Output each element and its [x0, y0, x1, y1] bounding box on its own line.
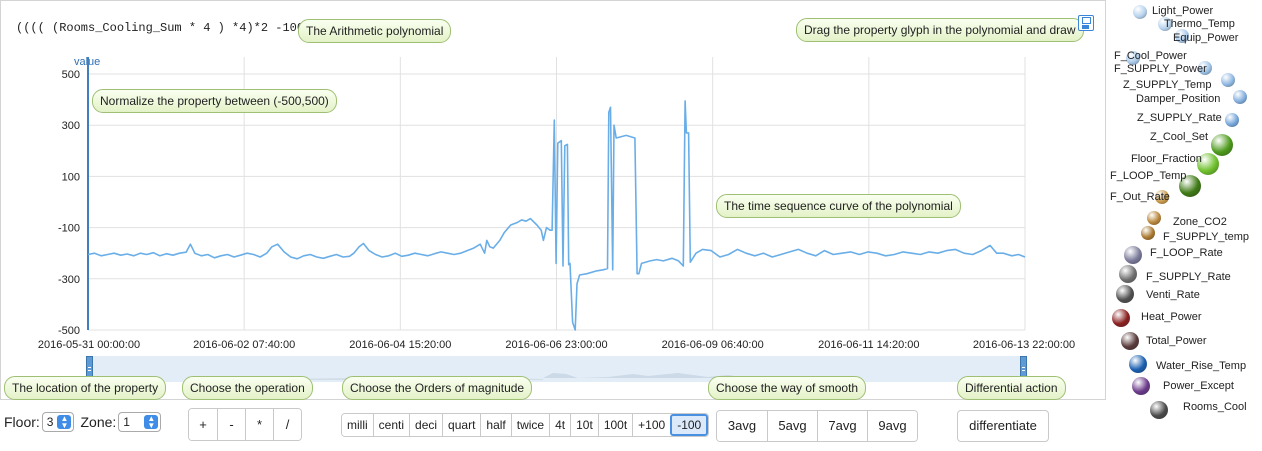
location-selector: Floor: 3 ▲ ▼ Zone: 1 ▲ ▼ [4, 412, 162, 432]
property-label[interactable]: Z_Cool_Set [1150, 131, 1208, 143]
magnitude-button-deci[interactable]: deci [409, 414, 443, 436]
x-tick-label: 2016-06-13 22:00:00 [973, 339, 1075, 351]
magnitude-button-twice[interactable]: twice [510, 414, 550, 436]
smooth-callout: Choose the way of smooth [708, 376, 867, 400]
y-tick-label: -500 [58, 325, 80, 337]
property-label[interactable]: Total_Power [1146, 335, 1207, 347]
property-label[interactable]: F_LOOP_Rate [1150, 247, 1223, 259]
property-label[interactable]: Venti_Rate [1146, 289, 1200, 301]
magnitude-button-milli[interactable]: milli [342, 414, 373, 436]
x-tick-label: 2016-05-31 00:00:00 [38, 339, 140, 351]
property-glyph-icon[interactable] [1116, 285, 1134, 303]
operation-buttons: + - * / [188, 408, 302, 441]
property-label[interactable]: F_Out_Rate [1110, 191, 1170, 203]
property-label[interactable]: Equip_Power [1173, 32, 1238, 44]
property-glyph-icon[interactable] [1211, 134, 1233, 156]
property-label[interactable]: Heat_Power [1141, 311, 1202, 323]
magnitude-button-100t[interactable]: 100t [597, 414, 633, 436]
normalize-callout: Normalize the property between (-500,500… [92, 89, 337, 113]
floor-select[interactable]: 3 ▲ ▼ [41, 412, 75, 432]
x-tick-label: 2016-06-09 06:40:00 [662, 339, 764, 351]
zone-label: Zone: [80, 414, 117, 430]
property-label[interactable]: Thermo_Temp [1164, 18, 1235, 30]
multiply-button[interactable]: * [245, 409, 273, 440]
smooth-5avg-button[interactable]: 5avg [767, 411, 817, 441]
property-label[interactable]: Damper_Position [1136, 93, 1220, 105]
property-glyph-icon[interactable] [1141, 226, 1155, 240]
property-label[interactable]: F_LOOP_Temp [1110, 170, 1186, 182]
magnitude-button-4t[interactable]: 4t [549, 414, 571, 436]
x-axis: 2016-05-31 00:00:00 2016-06-02 07:40:00 20… [38, 339, 1075, 351]
curve-callout: The time sequence curve of the polynomia… [716, 194, 961, 218]
property-label[interactable]: Floor_Fraction [1131, 153, 1202, 165]
magnitude-button-half[interactable]: half [480, 414, 511, 436]
x-tick-label: 2016-06-04 15:20:00 [349, 339, 451, 351]
chevron-up-down-icon: ▲ ▼ [144, 415, 159, 430]
magnitude-callout: Choose the Orders of magnitude [342, 376, 533, 400]
property-label[interactable]: Z_SUPPLY_Temp [1123, 79, 1211, 91]
x-tick-label: 2016-06-11 14:20:00 [818, 339, 919, 351]
property-glyph-icon[interactable] [1133, 5, 1147, 19]
divide-button[interactable]: / [273, 409, 301, 440]
property-glyph-icon[interactable] [1233, 90, 1247, 104]
smooth-7avg-button[interactable]: 7avg [817, 411, 867, 441]
property-label[interactable]: F_SUPPLY_Power [1114, 63, 1207, 75]
operation-callout: Choose the operation [182, 376, 313, 400]
subtract-button[interactable]: - [217, 409, 245, 440]
property-glyph-icon[interactable] [1147, 211, 1161, 225]
property-label[interactable]: F_Cool_Power [1114, 50, 1187, 62]
magnitude-button-10t[interactable]: 10t [570, 414, 598, 436]
add-button[interactable]: + [189, 409, 217, 440]
y-tick-label: -300 [58, 274, 80, 286]
property-label[interactable]: Z_SUPPLY_Rate [1137, 112, 1222, 124]
property-label[interactable]: Power_Except [1163, 380, 1234, 392]
location-callout: The location of the property [4, 376, 167, 400]
property-glyph-icon[interactable] [1112, 309, 1130, 327]
property-glyph-icon[interactable] [1129, 355, 1147, 373]
property-glyph-icon[interactable] [1132, 377, 1150, 395]
property-glyph-icon[interactable] [1221, 73, 1235, 87]
y-tick-label: 100 [62, 171, 80, 183]
magnitude-buttons: milli centi deci quart half twice 4t 10t 100t +10… [341, 413, 710, 437]
chevron-up-down-icon: ▲ ▼ [57, 415, 72, 430]
smooth-buttons: 3avg 5avg 7avg 9avg [716, 410, 918, 442]
y-tick-label: 300 [62, 120, 80, 132]
property-label[interactable]: F_SUPPLY_Rate [1146, 271, 1231, 283]
property-label[interactable]: Water_Rise_Temp [1156, 360, 1246, 372]
floor-label: Floor: [4, 414, 40, 430]
y-tick-label: -100 [58, 223, 80, 235]
property-label[interactable]: Light_Power [1152, 5, 1213, 17]
y-axis: 500 300 100 -100 -300 -500 [58, 69, 80, 337]
zone-select[interactable]: 1 ▲ ▼ [118, 412, 162, 432]
magnitude-button-minus100[interactable]: -100 [670, 414, 709, 436]
magnitude-button-centi[interactable]: centi [372, 414, 410, 436]
property-label[interactable]: Rooms_Cool [1183, 401, 1247, 413]
y-tick-label: 500 [62, 69, 80, 81]
differential-callout: Differential action [957, 376, 1066, 400]
smooth-3avg-button[interactable]: 3avg [717, 411, 767, 441]
property-glyph-icon[interactable] [1225, 113, 1239, 127]
differentiate-button[interactable]: differentiate [957, 410, 1049, 442]
property-glyph-icon[interactable] [1121, 332, 1139, 350]
x-tick-label: 2016-06-02 07:40:00 [193, 339, 295, 351]
x-tick-label: 2016-06-06 23:00:00 [505, 339, 607, 351]
magnitude-button-plus100[interactable]: +100 [632, 414, 671, 436]
property-label[interactable]: F_SUPPLY_temp [1163, 231, 1249, 243]
property-label[interactable]: Zone_CO2 [1173, 216, 1227, 228]
smooth-9avg-button[interactable]: 9avg [867, 411, 917, 441]
property-glyph-icon[interactable] [1124, 246, 1142, 264]
property-glyph-icon[interactable] [1150, 401, 1168, 419]
property-glyph-icon[interactable] [1119, 265, 1137, 283]
magnitude-button-quart[interactable]: quart [442, 414, 481, 436]
